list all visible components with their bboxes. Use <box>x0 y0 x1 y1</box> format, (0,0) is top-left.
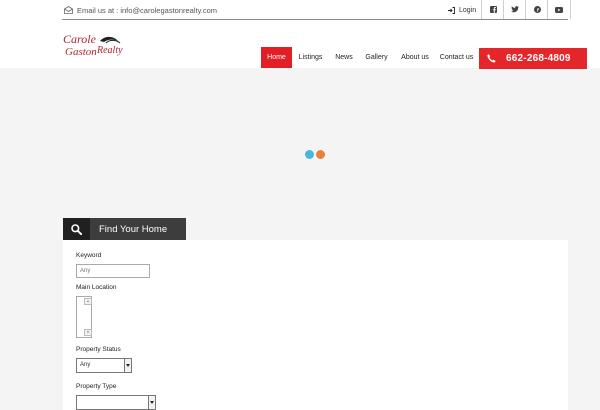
youtube-link[interactable] <box>547 0 571 19</box>
phone-number: 662-268-4809 <box>506 53 571 64</box>
nav-home[interactable]: Home <box>261 47 292 68</box>
loading-dot-orange <box>316 150 325 159</box>
chevron-down-icon <box>148 396 155 409</box>
envelope-icon <box>64 6 73 14</box>
property-status-value: Any <box>80 362 91 368</box>
property-type-label: Property Type <box>76 383 117 390</box>
main-location-listbox[interactable]: ▲ ▼ <box>76 296 92 338</box>
loading-dot-blue <box>305 150 314 159</box>
nav-news[interactable]: News <box>329 47 359 68</box>
twitter-icon <box>511 6 519 13</box>
nav-about-us[interactable]: About us <box>394 47 436 68</box>
property-type-select[interactable] <box>76 395 156 410</box>
search-icon-box <box>63 218 90 240</box>
pinterest-icon <box>533 6 541 13</box>
login-link[interactable]: Login <box>448 5 476 16</box>
sign-in-icon <box>448 7 455 14</box>
email-contact[interactable]: Email us at : info@carolegastonrealty.co… <box>64 4 217 16</box>
svg-text:Realty: Realty <box>96 45 123 56</box>
twitter-link[interactable] <box>503 0 526 19</box>
keyword-input[interactable] <box>76 264 150 278</box>
svg-text:Gaston: Gaston <box>65 46 97 58</box>
nav-contact-us[interactable]: Contact us <box>436 47 477 68</box>
keyword-label: Keyword <box>76 252 102 259</box>
search-icon <box>71 223 82 235</box>
facebook-link[interactable] <box>481 0 504 19</box>
email-text: Email us at : info@carolegastonrealty.co… <box>77 5 218 15</box>
pinterest-link[interactable] <box>525 0 548 19</box>
chevron-down-icon <box>124 359 131 372</box>
scroll-up-button[interactable]: ▲ <box>84 298 92 305</box>
property-status-label: Property Status <box>76 346 121 353</box>
youtube-icon <box>555 6 563 13</box>
nav-listings[interactable]: Listings <box>292 47 329 68</box>
find-your-home-tab[interactable]: Find Your Home <box>63 218 186 240</box>
find-your-home-label: Find Your Home <box>99 223 168 235</box>
header-divider <box>62 19 568 20</box>
property-status-select[interactable]: Any <box>76 358 132 373</box>
nav-gallery[interactable]: Gallery <box>359 47 394 68</box>
carole-gaston-realty-logo[interactable]: Carole Gaston Realty <box>62 30 132 62</box>
login-label: Login <box>459 7 477 14</box>
phone-call-button[interactable]: 662-268-4809 <box>479 48 587 69</box>
phone-icon <box>487 54 496 63</box>
main-location-label: Main Location <box>76 284 117 291</box>
facebook-icon <box>489 6 497 13</box>
svg-text:Carole: Carole <box>63 32 97 46</box>
scroll-down-button[interactable]: ▼ <box>84 329 92 336</box>
